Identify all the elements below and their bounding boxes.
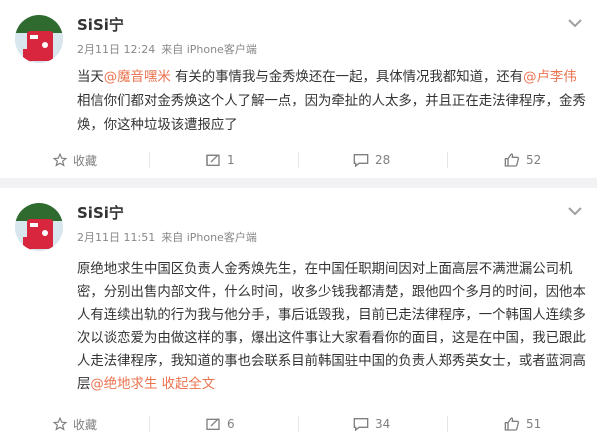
like-count: 51 <box>526 417 542 431</box>
post-text: 当天@魔音嘿米 有关的事情我与金秀焕还在一起，具体情况我都知道，还有@卢李伟 相… <box>77 66 587 138</box>
action-bar: 收藏 1 28 52 <box>0 150 597 170</box>
mention-link[interactable]: @魔音嘿米 <box>104 70 171 85</box>
divider <box>149 152 150 168</box>
divider <box>298 152 299 168</box>
post-time[interactable]: 2月11日 11:51 <box>77 231 155 244</box>
star-icon <box>53 417 67 431</box>
post-text: 原绝地求生中国区负责人金秀焕先生，在中国任职期间因对上面高层不满泄漏公司机密，分… <box>77 258 587 396</box>
like-button[interactable]: 51 <box>504 414 541 434</box>
like-button[interactable]: 52 <box>504 150 541 170</box>
favorite-label: 收藏 <box>73 417 98 432</box>
username[interactable]: SiSi宁 <box>77 14 124 35</box>
post-time[interactable]: 2月11日 12:24 <box>77 43 155 56</box>
like-count: 52 <box>526 153 542 167</box>
divider <box>447 152 448 168</box>
chevron-down-icon[interactable] <box>567 14 583 28</box>
repost-button[interactable]: 1 <box>205 150 235 170</box>
chevron-down-icon[interactable] <box>567 202 583 216</box>
post-text-part: 当天 <box>77 70 104 85</box>
action-bar: 收藏 6 34 51 <box>0 414 597 434</box>
comment-count: 28 <box>375 153 391 167</box>
post-card-1: SiSi宁 2月11日 12:24 来自 iPhone客户端 当天@魔音嘿米 有关… <box>0 0 597 178</box>
repost-icon <box>206 154 220 166</box>
thumbs-up-icon <box>504 417 520 431</box>
divider <box>298 416 299 432</box>
comment-icon <box>353 418 369 431</box>
username[interactable]: SiSi宁 <box>77 202 124 223</box>
comment-button[interactable]: 28 <box>353 150 390 170</box>
post-meta: 2月11日 11:51 来自 iPhone客户端 <box>77 229 263 245</box>
repost-button[interactable]: 6 <box>205 414 235 434</box>
divider <box>149 416 150 432</box>
post-card-2: SiSi宁 2月11日 11:51 来自 iPhone客户端 原绝地求生中国区负责… <box>0 188 597 441</box>
mention-link[interactable]: @绝地求生 <box>90 377 157 392</box>
avatar[interactable] <box>15 15 63 63</box>
divider <box>447 416 448 432</box>
thumbs-up-icon <box>504 153 520 167</box>
favorite-button[interactable]: 收藏 <box>53 150 97 170</box>
post-text-part: 原绝地求生中国区负责人金秀焕先生，在中国任职期间因对上面高层不满泄漏公司机密，分… <box>77 262 586 392</box>
post-source: 来自 iPhone客户端 <box>161 231 257 244</box>
repost-icon <box>206 418 220 430</box>
comment-count: 34 <box>375 417 391 431</box>
mention-link[interactable]: @卢李伟 <box>523 70 577 85</box>
star-icon <box>53 153 67 167</box>
repost-count: 1 <box>227 153 235 167</box>
favorite-label: 收藏 <box>73 153 98 168</box>
collapse-full-text-link[interactable]: 收起全文 <box>157 377 216 392</box>
post-text-part: 相信你们都对金秀焕这个人了解一点，因为牵扯的人太多，并且正在走法律程序，金秀焕，… <box>77 94 586 133</box>
post-source: 来自 iPhone客户端 <box>161 43 257 56</box>
avatar[interactable] <box>15 203 63 251</box>
post-meta: 2月11日 12:24 来自 iPhone客户端 <box>77 41 263 57</box>
post-text-part: 有关的事情我与金秀焕还在一起，具体情况我都知道，还有 <box>170 70 524 85</box>
comment-button[interactable]: 34 <box>353 414 390 434</box>
comment-icon <box>353 154 369 167</box>
favorite-button[interactable]: 收藏 <box>53 414 97 434</box>
repost-count: 6 <box>227 417 235 431</box>
